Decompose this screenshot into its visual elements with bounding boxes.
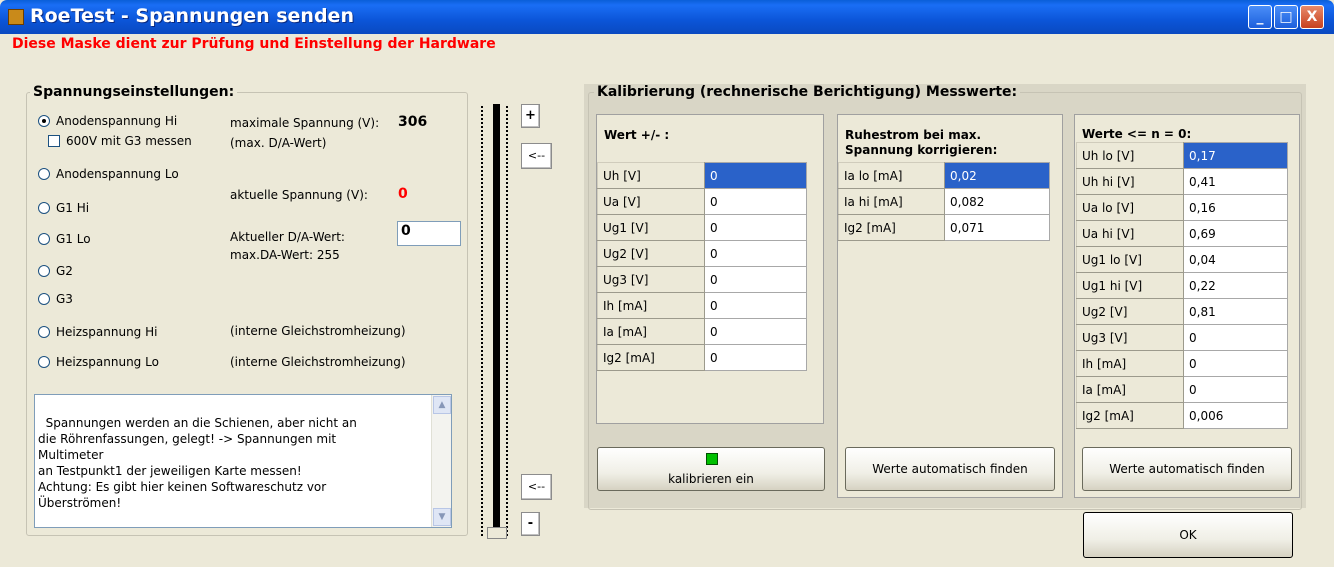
table-row: Uh hi [V] 0,41 — [1076, 168, 1288, 195]
da-value-input[interactable]: 0 — [397, 221, 461, 246]
maximize-button[interactable]: □ — [1274, 5, 1298, 29]
checkbox-box[interactable] — [48, 135, 60, 147]
ok-button[interactable]: OK — [1083, 512, 1293, 558]
title-bar: RoeTest - Spannungen senden _ □ X — [0, 0, 1334, 34]
max-da-label: (max. D/A-Wert) — [230, 136, 327, 150]
spannung-legend: Spannungseinstellungen: — [30, 84, 238, 100]
kalibrieren-button[interactable]: kalibrieren ein — [597, 447, 825, 491]
window-title: RoeTest - Spannungen senden — [30, 5, 354, 27]
table-row: Ua [V] 0 — [597, 188, 807, 215]
table-row: Ug1 lo [V] 0,04 — [1076, 246, 1288, 273]
heiz-lo-note: (interne Gleichstromheizung) — [230, 355, 406, 369]
scroll-up-icon[interactable]: ▲ — [433, 396, 451, 414]
n-label: Werte <= n = 0: — [1082, 127, 1192, 141]
memo-scrollbar[interactable]: ▲ ▼ — [431, 395, 451, 527]
slider-ticks-right — [506, 106, 512, 536]
back-button-top[interactable]: <-- — [521, 143, 552, 169]
ruhe-table: Ia lo [mA] 0,02 Ia hi [mA] 0,082 Ig2 [mA] 0… — [838, 162, 1050, 241]
max-voltage-value: 306 — [398, 114, 428, 130]
table-row: Ia hi [mA] 0,082 — [838, 188, 1050, 215]
current-voltage-label: aktuelle Spannung (V): — [230, 188, 368, 202]
table-row: Ia [mA] 0 — [1076, 376, 1288, 403]
radio-g1-hi[interactable]: G1 Hi — [38, 201, 89, 215]
ruhe-label: Ruhestrom bei max. Spannung korrigieren: — [845, 128, 998, 157]
table-row: Ig2 [mA] 0 — [597, 344, 807, 371]
current-voltage-value: 0 — [398, 186, 408, 202]
auto-find-button-2[interactable]: Werte automatisch finden — [1082, 447, 1292, 491]
voltage-slider[interactable] — [493, 104, 500, 534]
radio-heiz-lo[interactable]: Heizspannung Lo — [38, 355, 159, 369]
table-row: Uh [V] 0 — [597, 162, 807, 189]
table-row: Ih [mA] 0 — [597, 292, 807, 319]
radio-g2[interactable]: G2 — [38, 264, 73, 278]
table-row: Ia [mA] 0 — [597, 318, 807, 345]
table-row: Ug3 [V] 0 — [1076, 324, 1288, 351]
radio-anoden-hi[interactable]: Anodenspannung Hi — [38, 114, 177, 128]
page-subtitle: Diese Maske dient zur Prüfung und Einste… — [12, 36, 496, 52]
table-row: Ia lo [mA] 0,02 — [838, 162, 1050, 189]
table-row: Ug1 hi [V] 0,22 — [1076, 272, 1288, 299]
slider-thumb[interactable] — [487, 527, 507, 539]
table-row: Ug2 [V] 0 — [597, 240, 807, 267]
checkbox-600v-g3[interactable]: 600V mit G3 messen — [48, 134, 192, 148]
wert-table: Uh [V] 0 Ua [V] 0 Ug1 [V] 0 Ug2 [V] 0 Ug3 [V… — [597, 162, 807, 371]
radio-dot[interactable] — [38, 115, 50, 127]
back-button-bottom[interactable]: <-- — [521, 474, 552, 500]
table-row: Uh lo [V] 0,17 — [1076, 142, 1288, 169]
table-row: Ig2 [mA] 0,006 — [1076, 402, 1288, 429]
table-row: Ug1 [V] 0 — [597, 214, 807, 241]
radio-anoden-lo[interactable]: Anodenspannung Lo — [38, 167, 179, 181]
close-button[interactable]: X — [1300, 5, 1324, 29]
radio-g3[interactable]: G3 — [38, 292, 73, 306]
current-da-label: Aktueller D/A-Wert: — [230, 230, 345, 244]
minus-button[interactable]: - — [521, 512, 540, 536]
table-row: Ug3 [V] 0 — [597, 266, 807, 293]
table-row: Ua lo [V] 0,16 — [1076, 194, 1288, 221]
scroll-down-icon[interactable]: ▼ — [433, 508, 451, 526]
table-row: Ug2 [V] 0,81 — [1076, 298, 1288, 325]
radio-g1-lo[interactable]: G1 Lo — [38, 232, 91, 246]
slider-ticks-left — [481, 106, 487, 536]
radio-heiz-hi[interactable]: Heizspannung Hi — [38, 325, 157, 339]
minimize-button[interactable]: _ — [1248, 5, 1272, 29]
wert-label: Wert +/- : — [604, 128, 670, 142]
n-table: Uh lo [V] 0,17 Uh hi [V] 0,41 Ua lo [V] 0,1… — [1076, 142, 1288, 429]
table-row: Ig2 [mA] 0,071 — [838, 214, 1050, 241]
kalib-legend: Kalibrierung (rechnerische Berichtigung)… — [594, 84, 1021, 100]
info-memo[interactable]: Spannungen werden an die Schienen, aber … — [34, 394, 452, 528]
heiz-hi-note: (interne Gleichstromheizung) — [230, 324, 406, 338]
max-da-wert-label: max.DA-Wert: 255 — [230, 248, 340, 262]
table-row: Ih [mA] 0 — [1076, 350, 1288, 377]
max-voltage-label: maximale Spannung (V): — [230, 116, 380, 130]
auto-find-button-1[interactable]: Werte automatisch finden — [845, 447, 1055, 491]
table-row: Ua hi [V] 0,69 — [1076, 220, 1288, 247]
status-led-icon — [706, 453, 718, 465]
plus-button[interactable]: + — [521, 104, 540, 128]
app-icon — [8, 9, 24, 25]
